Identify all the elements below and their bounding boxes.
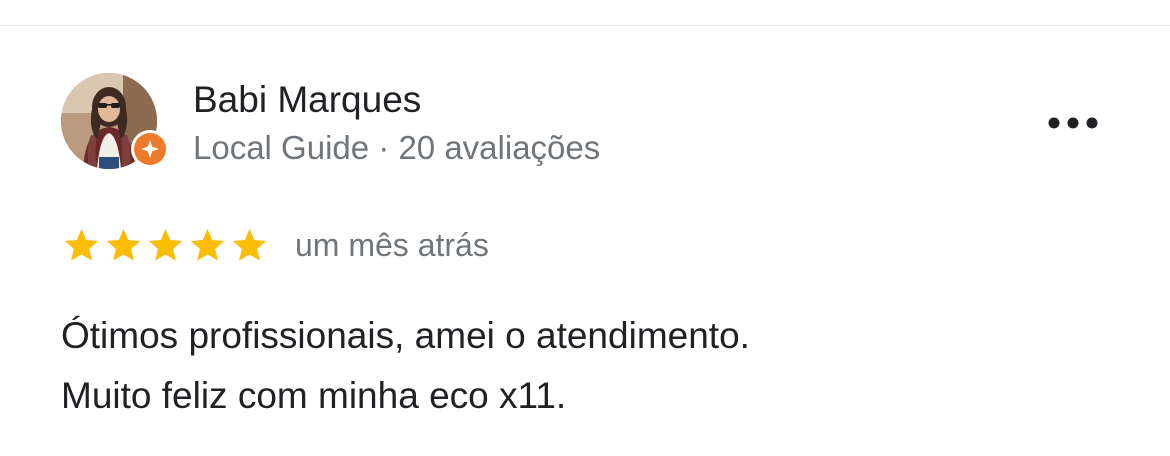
star-icon (232, 228, 267, 261)
review-card: Babi Marques Local Guide · 20 avaliações… (0, 26, 1170, 456)
rating-row: um mês atrás (62, 223, 489, 267)
reviewer-name[interactable]: Babi Marques (193, 78, 421, 122)
review-text-line: Ótimos profissionais, amei o atendimento… (61, 315, 750, 356)
more-options-button[interactable] (1040, 106, 1106, 140)
review-date: um mês atrás (295, 227, 489, 263)
local-guide-star-icon (134, 133, 166, 165)
star-icon (190, 228, 225, 261)
review-text-line: Muito feliz com minha eco x11. (61, 375, 567, 416)
star-icon (64, 228, 99, 261)
review-text: Ótimos profissionais, amei o atendimento… (61, 306, 750, 426)
star-icon (106, 228, 141, 261)
reviewer-meta[interactable]: Local Guide · 20 avaliações (193, 128, 600, 168)
star-rating (62, 226, 269, 265)
star-icon (148, 228, 183, 261)
more-horizontal-icon (1048, 117, 1098, 129)
reviewer-avatar-group[interactable] (61, 73, 169, 197)
local-guide-badge (131, 130, 169, 168)
